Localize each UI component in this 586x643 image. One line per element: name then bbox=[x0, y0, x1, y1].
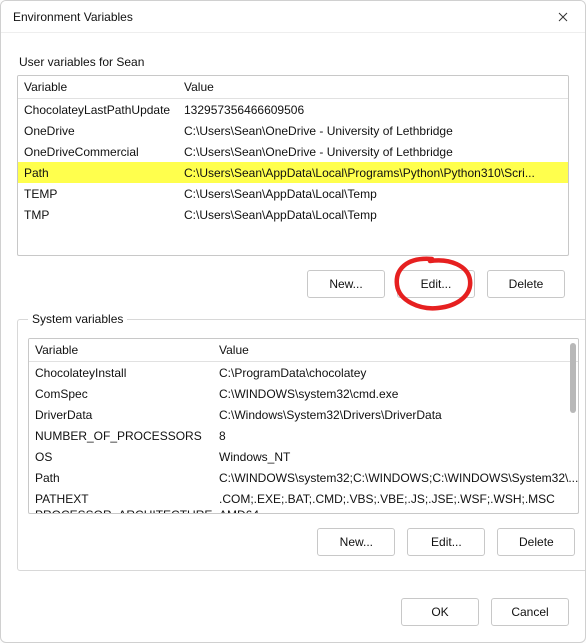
table-row[interactable]: OneDrive C:\Users\Sean\OneDrive - Univer… bbox=[18, 120, 568, 141]
edit-button[interactable]: Edit... bbox=[407, 528, 485, 556]
column-header-value[interactable]: Value bbox=[178, 80, 568, 94]
delete-button[interactable]: Delete bbox=[497, 528, 575, 556]
delete-button[interactable]: Delete bbox=[487, 270, 565, 298]
table-row[interactable]: ChocolateyInstall C:\ProgramData\chocola… bbox=[29, 362, 578, 383]
window-title: Environment Variables bbox=[13, 10, 133, 24]
table-row-selected[interactable]: Path C:\Users\Sean\AppData\Local\Program… bbox=[18, 162, 568, 183]
user-button-row: New... Edit... Delete bbox=[17, 256, 569, 304]
table-row[interactable]: ComSpec C:\WINDOWS\system32\cmd.exe bbox=[29, 383, 578, 404]
edit-button[interactable]: Edit... bbox=[397, 270, 475, 298]
system-list-header: Variable Value bbox=[29, 339, 578, 362]
table-row[interactable]: ChocolateyLastPathUpdate 132957356466609… bbox=[18, 99, 568, 120]
column-header-variable[interactable]: Variable bbox=[18, 80, 178, 94]
user-variables-list[interactable]: Variable Value ChocolateyLastPathUpdate … bbox=[17, 75, 569, 256]
system-variables-list[interactable]: Variable Value ChocolateyInstall C:\Prog… bbox=[28, 338, 579, 514]
new-button[interactable]: New... bbox=[307, 270, 385, 298]
scrollbar[interactable] bbox=[570, 341, 576, 511]
new-button[interactable]: New... bbox=[317, 528, 395, 556]
user-variables-label: User variables for Sean bbox=[19, 55, 569, 69]
column-header-value[interactable]: Value bbox=[213, 343, 578, 357]
scrollbar-thumb[interactable] bbox=[570, 343, 576, 413]
column-header-variable[interactable]: Variable bbox=[29, 343, 213, 357]
table-row[interactable]: DriverData C:\Windows\System32\Drivers\D… bbox=[29, 404, 578, 425]
table-row[interactable]: TMP C:\Users\Sean\AppData\Local\Temp bbox=[18, 204, 568, 225]
table-row[interactable]: TEMP C:\Users\Sean\AppData\Local\Temp bbox=[18, 183, 568, 204]
cancel-button[interactable]: Cancel bbox=[491, 598, 569, 626]
table-row[interactable]: NUMBER_OF_PROCESSORS 8 bbox=[29, 425, 578, 446]
close-button[interactable] bbox=[549, 3, 577, 31]
table-row[interactable]: PROCESSOR_ARCHITECTURE AMD64 bbox=[29, 509, 578, 514]
system-variables-label: System variables bbox=[28, 312, 127, 326]
environment-variables-dialog: Environment Variables User variables for… bbox=[0, 0, 586, 643]
dialog-footer: OK Cancel bbox=[1, 590, 585, 642]
table-row[interactable]: OS Windows_NT bbox=[29, 446, 578, 467]
table-row[interactable]: Path C:\WINDOWS\system32;C:\WINDOWS;C:\W… bbox=[29, 467, 578, 488]
ok-button[interactable]: OK bbox=[401, 598, 479, 626]
system-button-row: New... Edit... Delete bbox=[28, 514, 579, 562]
close-icon bbox=[558, 12, 568, 22]
titlebar: Environment Variables bbox=[1, 1, 585, 33]
system-variables-group: System variables Variable Value Chocolat… bbox=[17, 312, 586, 571]
table-row[interactable]: OneDriveCommercial C:\Users\Sean\OneDriv… bbox=[18, 141, 568, 162]
user-list-header: Variable Value bbox=[18, 76, 568, 99]
table-row[interactable]: PATHEXT .COM;.EXE;.BAT;.CMD;.VBS;.VBE;.J… bbox=[29, 488, 578, 509]
